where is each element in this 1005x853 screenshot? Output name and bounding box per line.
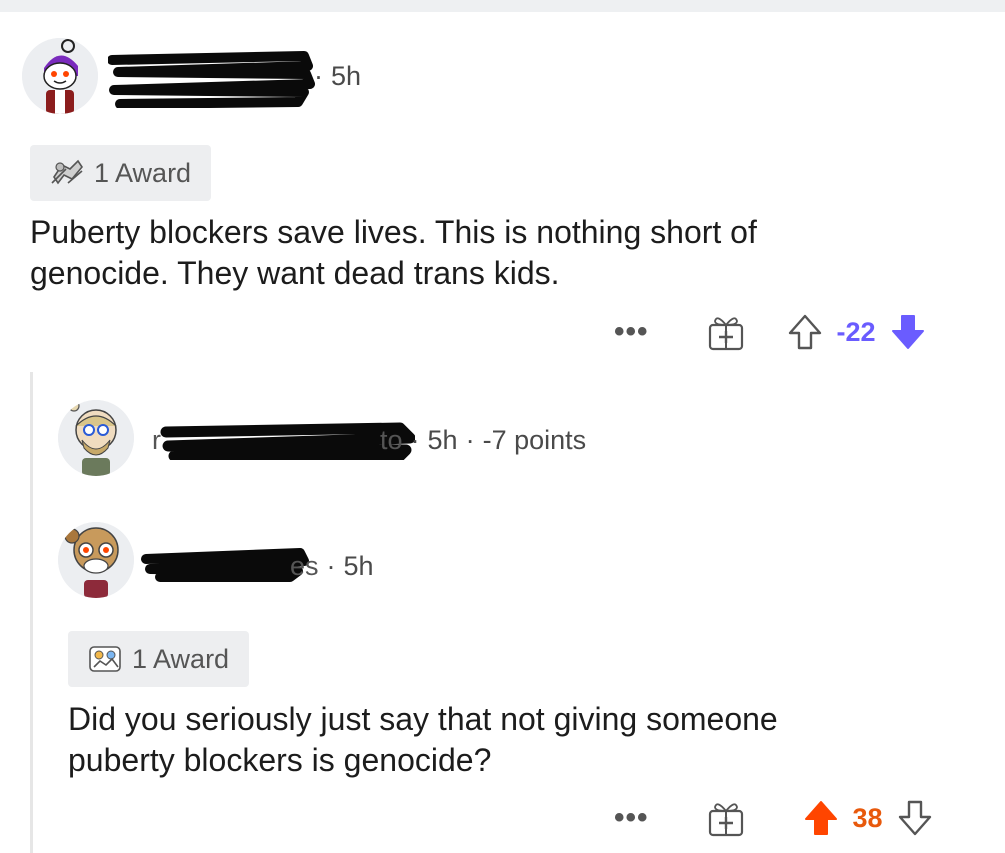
comment-1-body-line-1: Puberty blockers save lives. This is not… [30, 214, 757, 250]
downvote-arrow-icon[interactable] [897, 799, 933, 837]
more-options-button[interactable]: ••• [614, 803, 649, 833]
award-icon [86, 643, 124, 675]
downvote-arrow-icon[interactable] [890, 313, 926, 351]
comment-1-actions: ••• -22 [614, 312, 926, 352]
upvote-arrow-icon[interactable] [803, 799, 839, 837]
award-icon [48, 157, 86, 189]
separator-dot: · [326, 551, 336, 581]
comment-1-award-badge[interactable]: 1 Award [30, 145, 212, 201]
comment-2-username-redacted [160, 420, 415, 460]
comment-3-actions: ••• 38 [614, 798, 933, 838]
comment-3-award-label: 1 Award [132, 643, 230, 674]
comment-2-meta: to · 5h · -7 points [380, 425, 586, 456]
comment-3-body: Did you seriously just say that not givi… [68, 699, 778, 781]
comment-3-award-badge[interactable]: 1 Award [68, 631, 250, 687]
comment-1-body-line-2: genocide. They want dead trans kids. [30, 255, 560, 291]
comment-3-username-fragment-end[interactable]: es [290, 551, 319, 581]
separator-dot: · [410, 425, 420, 455]
thread-line[interactable] [30, 372, 33, 853]
more-options-button[interactable]: ••• [614, 317, 649, 347]
separator-dot: · [314, 61, 323, 91]
comment-1-body: Puberty blockers save lives. This is not… [30, 212, 757, 294]
upvote-arrow-icon[interactable] [787, 313, 823, 351]
comment-2-time: 5h [427, 425, 458, 455]
comment-2-avatar[interactable] [58, 400, 134, 476]
comment-1-award-label: 1 Award [94, 157, 192, 188]
comment-3-score: 38 [852, 802, 883, 833]
comment-3-meta: es · 5h [290, 551, 374, 582]
top-divider [0, 0, 1005, 12]
comment-1-time: 5h [331, 61, 362, 91]
comment-1-username-redacted [108, 50, 318, 108]
comment-3-time: 5h [343, 551, 374, 581]
gift-icon[interactable] [707, 798, 745, 838]
comment-3-body-line-2: puberty blockers is genocide? [68, 742, 492, 778]
comment-1-score: -22 [836, 316, 876, 347]
gift-icon[interactable] [707, 312, 745, 352]
comment-2-username-fragment-end[interactable]: to [380, 425, 403, 455]
comment-3-username-redacted [140, 545, 310, 583]
comment-1-avatar[interactable] [22, 38, 98, 114]
comment-3-body-line-1: Did you seriously just say that not givi… [68, 701, 778, 737]
comment-3-avatar[interactable] [58, 522, 134, 598]
separator-dot: · [465, 425, 475, 455]
comment-1-meta: · 5h [306, 61, 361, 92]
comment-2-points: -7 points [482, 425, 587, 455]
